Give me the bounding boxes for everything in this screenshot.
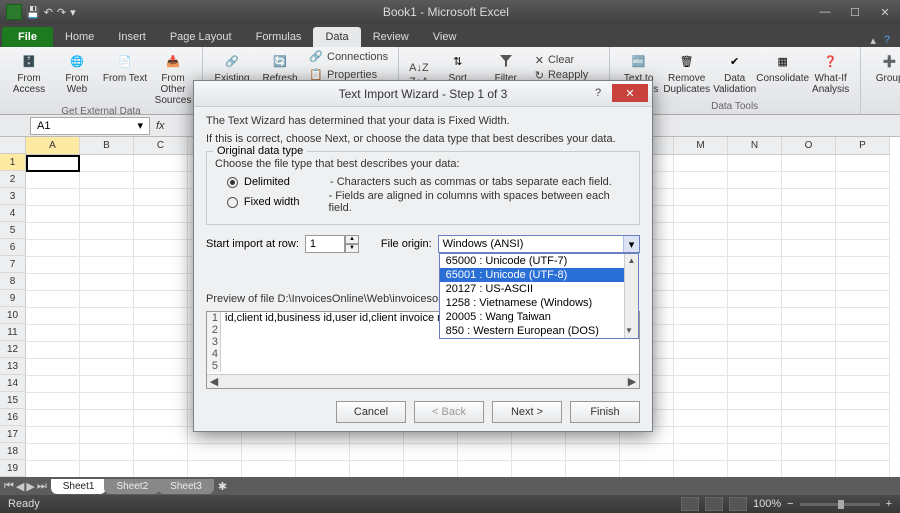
delimited-radio[interactable] bbox=[227, 177, 238, 188]
start-row-spinner[interactable]: ▲▼ bbox=[305, 235, 359, 253]
dropdown-option[interactable]: 850 : Western European (DOS) bbox=[440, 324, 638, 338]
dialog-titlebar[interactable]: Text Import Wizard - Step 1 of 3 ? ✕ bbox=[194, 81, 652, 107]
dropdown-option[interactable]: 65000 : Unicode (UTF-7) bbox=[440, 254, 638, 268]
next-button[interactable]: Next > bbox=[492, 401, 562, 423]
dialog-help-button[interactable]: ? bbox=[588, 84, 608, 102]
finish-button[interactable]: Finish bbox=[570, 401, 640, 423]
dialog-intro-1: The Text Wizard has determined that your… bbox=[206, 115, 640, 127]
file-origin-label: File origin: bbox=[381, 238, 432, 250]
dropdown-option[interactable]: 20005 : Wang Taiwan bbox=[440, 310, 638, 324]
start-row-label: Start import at row: bbox=[206, 238, 299, 250]
delimited-label[interactable]: Delimited bbox=[244, 176, 324, 188]
choose-label: Choose the file type that best describes… bbox=[215, 158, 631, 170]
back-button[interactable]: < Back bbox=[414, 401, 484, 423]
preview-line bbox=[221, 348, 225, 360]
fixed-width-label[interactable]: Fixed width bbox=[244, 196, 323, 208]
cancel-button[interactable]: Cancel bbox=[336, 401, 406, 423]
file-origin-dropdown: 65000 : Unicode (UTF-7)65001 : Unicode (… bbox=[439, 253, 639, 339]
scroll-down-icon[interactable]: ▼ bbox=[625, 324, 633, 338]
preview-line bbox=[221, 360, 225, 372]
dialog-title: Text Import Wizard - Step 1 of 3 bbox=[339, 87, 508, 101]
dropdown-option[interactable]: 20127 : US-ASCII bbox=[440, 282, 638, 296]
preview-line bbox=[221, 336, 225, 348]
scroll-up-icon[interactable]: ▲ bbox=[625, 254, 638, 268]
spinner-up-icon[interactable]: ▲ bbox=[345, 235, 359, 244]
fixed-width-radio[interactable] bbox=[227, 197, 238, 208]
spinner-down-icon[interactable]: ▼ bbox=[345, 244, 359, 253]
text-import-wizard-dialog: Text Import Wizard - Step 1 of 3 ? ✕ The… bbox=[193, 80, 653, 432]
chevron-down-icon[interactable]: ▾ bbox=[623, 236, 639, 252]
start-row-input[interactable] bbox=[305, 235, 345, 253]
file-origin-combo[interactable]: Windows (ANSI) ▾ 65000 : Unicode (UTF-7)… bbox=[438, 235, 640, 253]
preview-line bbox=[221, 324, 225, 336]
original-data-type-fieldset: Original data type Choose the file type … bbox=[206, 151, 640, 225]
dropdown-option[interactable]: 65001 : Unicode (UTF-8) bbox=[440, 268, 638, 282]
preview-hscrollbar[interactable]: ◀▶ bbox=[207, 374, 639, 388]
dialog-close-button[interactable]: ✕ bbox=[612, 84, 648, 102]
dropdown-scrollbar[interactable]: ▲ ▼ bbox=[624, 254, 638, 338]
dialog-intro-2: If this is correct, choose Next, or choo… bbox=[206, 133, 640, 145]
dropdown-option[interactable]: 1258 : Vietnamese (Windows) bbox=[440, 296, 638, 310]
